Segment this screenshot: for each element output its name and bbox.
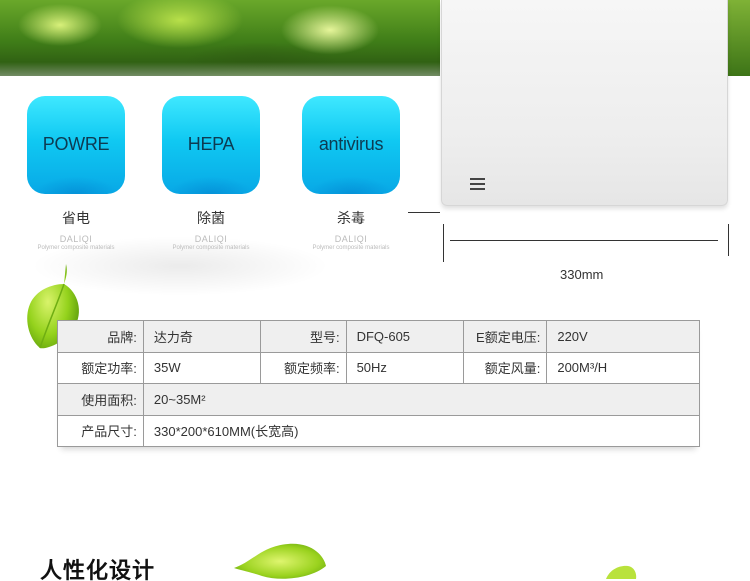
spec-model-label: 型号: [259, 320, 347, 353]
spec-power-value: 35W [142, 351, 261, 384]
dimension-line-top [408, 212, 440, 213]
feature-title: 杀毒 [337, 210, 365, 226]
feature-brand: DALIQI [334, 234, 368, 244]
hero-banner-image [0, 0, 440, 76]
feature-brand: DALIQI [59, 234, 93, 244]
feature-tile-hepa: HEPA [162, 96, 260, 194]
spec-voltage-value: 220V [546, 320, 700, 353]
feature-tile-power: POWRE [27, 96, 125, 194]
spec-size-value: 330*200*610MM(长宽高) [142, 414, 701, 447]
spec-area-value: 20~35M² [142, 383, 701, 416]
spec-area-label: 使用面积: [57, 383, 144, 416]
feature-subtitle: Polymer composite materials [312, 245, 390, 251]
hero-banner-edge [728, 0, 750, 76]
table-row: 产品尺寸: 330*200*610MM(长宽高) [57, 414, 701, 447]
spec-voltage-label: E额定电压: [463, 320, 548, 353]
spec-airflow-label: 额定风量: [463, 351, 548, 384]
dimension-tick-left [443, 224, 444, 262]
spec-brand-label: 品牌: [57, 320, 144, 353]
leaf-icon [234, 543, 326, 579]
feature-hepa: HEPA 除菌 DALIQI Polymer composite materia… [151, 96, 271, 251]
product-image [441, 0, 728, 206]
feature-tile-label: POWRE [42, 134, 110, 154]
feature-tile-label: HEPA [187, 134, 235, 154]
dimension-line [450, 240, 718, 241]
table-row: 额定功率: 35W 额定频率: 50Hz 额定风量: 200M³/H [57, 351, 700, 384]
dimension-label: 330mm [560, 267, 604, 282]
leaf-icon [606, 565, 637, 579]
section-title: 人性化设计 [40, 558, 156, 581]
feature-tile-label: antivirus [318, 134, 384, 154]
menu-icon [470, 178, 485, 190]
feature-title: 除菌 [197, 210, 225, 226]
dimension-tick-right [728, 224, 729, 256]
table-row: 品牌: 达力奇 型号: DFQ-605 E额定电压: 220V [57, 320, 700, 353]
spec-frequency-value: 50Hz [345, 351, 465, 384]
spec-brand-value: 达力奇 [142, 320, 261, 353]
table-row: 使用面积: 20~35M² [57, 383, 701, 416]
feature-power: POWRE 省电 DALIQI Polymer composite materi… [16, 96, 136, 251]
spec-power-label: 额定功率: [57, 351, 144, 384]
feature-subtitle: Polymer composite materials [37, 245, 115, 251]
spec-model-value: DFQ-605 [345, 320, 465, 353]
spec-size-label: 产品尺寸: [57, 414, 144, 447]
feature-tile-antivirus: antivirus [302, 96, 400, 194]
spec-table: 品牌: 达力奇 型号: DFQ-605 E额定电压: 220V 额定功率: 35… [57, 320, 701, 447]
spec-airflow-value: 200M³/H [546, 351, 700, 384]
feature-antivirus: antivirus 杀毒 DALIQI Polymer composite ma… [291, 96, 411, 251]
feature-brand: DALIQI [194, 234, 228, 244]
feature-title: 省电 [62, 210, 90, 226]
spec-frequency-label: 额定频率: [259, 351, 347, 384]
feature-subtitle: Polymer composite materials [172, 245, 250, 251]
